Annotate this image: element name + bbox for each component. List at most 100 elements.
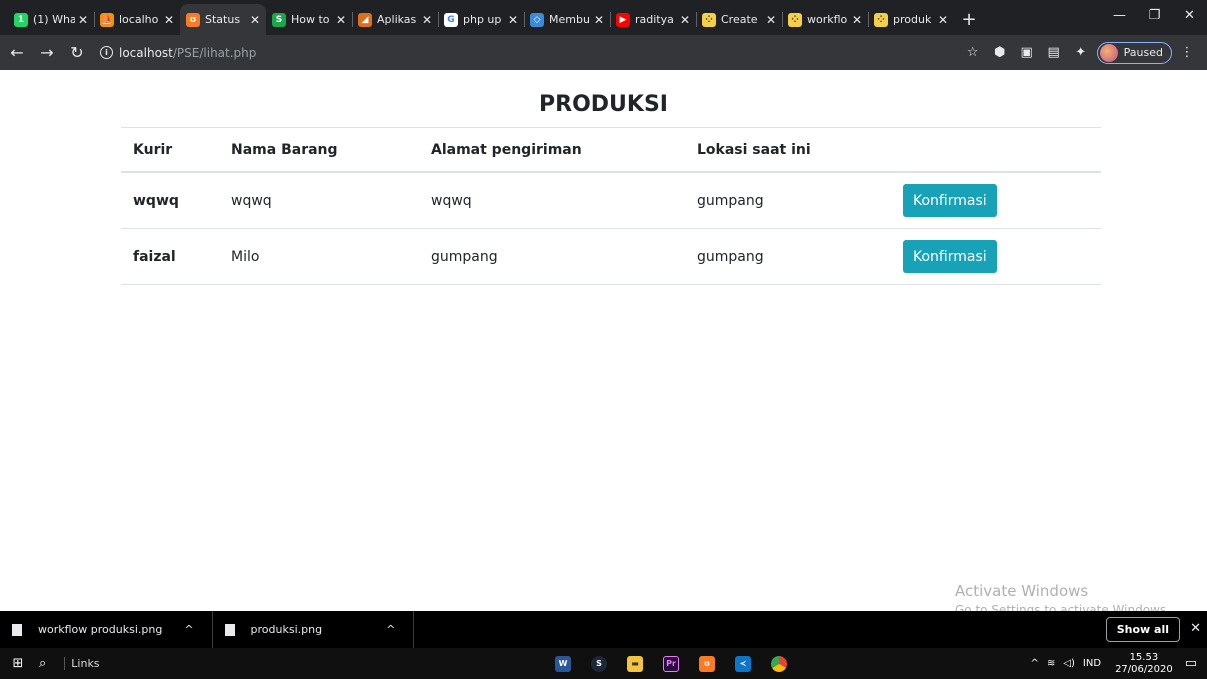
close-icon[interactable]: ✕ <box>508 13 518 27</box>
tab-title: php up <box>463 13 502 26</box>
glitch-icon: ⁘ <box>702 12 716 27</box>
cell-alamat: gumpang <box>431 248 498 265</box>
premiere-icon[interactable]: Pr <box>653 648 689 679</box>
download-item[interactable]: produksi.png ^ <box>213 611 415 648</box>
chevron-up-icon[interactable]: ^ <box>184 623 193 636</box>
links-toolbar[interactable]: Links <box>64 657 100 670</box>
taskbar-apps: W S ▬ Pr ʊ ≺ <box>545 648 797 679</box>
extension-icon[interactable]: ▣ <box>1015 41 1039 65</box>
browser-tab[interactable]: ◇ Membu ✕ <box>524 4 610 35</box>
window-controls: — ❐ ✕ <box>1102 0 1207 30</box>
produksi-table: Kurir Nama Barang Alamat pengiriman Loka… <box>121 127 1101 285</box>
menu-kebab-icon[interactable]: ⋮ <box>1175 41 1199 65</box>
browser-tab[interactable]: Gphp up ✕ <box>438 4 524 35</box>
toolbar-right: ☆ ⬢ ▣ ▤ ✦ Paused ⋮ <box>958 39 1199 66</box>
shield-extension-icon[interactable]: ⬢ <box>988 41 1012 65</box>
cell-kurir: faizal <box>133 248 176 265</box>
minimize-icon[interactable]: — <box>1102 0 1137 30</box>
browser-tab[interactable]: ▶ raditya ✕ <box>610 4 696 35</box>
konfirmasi-button[interactable]: Konfirmasi <box>903 184 997 217</box>
table-row: wqwq wqwq wqwq gumpang Konfirmasi <box>121 173 1101 229</box>
forward-icon[interactable]: → <box>34 40 60 66</box>
tab-title: Membu <box>549 13 590 26</box>
tab-list: 1 (1) Wha ✕ ⛵ localho ✕ ʊ Status ✕ S How to ✕ ◢ Aplik… <box>0 4 954 35</box>
close-icon[interactable]: ✕ <box>938 13 948 27</box>
site-info-icon[interactable]: i <box>100 46 113 59</box>
clock-time: 15.53 <box>1129 651 1159 663</box>
browser-tab-strip: 1 (1) Wha ✕ ⛵ localho ✕ ʊ Status ✕ S How to ✕ ◢ Aplik… <box>0 0 1207 35</box>
language-indicator[interactable]: IND <box>1083 658 1101 669</box>
windows-taskbar: ⊞ ⌕ Links W S ▬ Pr ʊ ≺ ^ ≋ ◁) IND 15.53 … <box>0 648 1207 679</box>
tab-title: localho <box>119 13 159 26</box>
code-icon: ◇ <box>530 12 544 27</box>
close-icon[interactable]: ✕ <box>680 13 690 27</box>
cell-lokasi: gumpang <box>697 192 764 209</box>
close-icon[interactable]: ✕ <box>594 13 604 27</box>
reload-icon[interactable]: ↻ <box>64 40 90 66</box>
address-bar[interactable]: i localhost/PSE/lihat.php <box>100 39 256 66</box>
chrome-icon[interactable] <box>761 648 797 679</box>
close-icon[interactable]: ✕ <box>766 13 776 27</box>
windows-start-icon[interactable]: ⊞ <box>3 656 33 671</box>
new-tab-button[interactable]: + <box>954 4 984 35</box>
tab-title: (1) Wha <box>33 13 75 26</box>
back-icon[interactable]: ← <box>4 40 30 66</box>
clock[interactable]: 15.53 27/06/2020 <box>1115 652 1173 676</box>
avatar <box>1099 43 1118 62</box>
browser-tab[interactable]: ◢ Aplikas ✕ <box>352 4 438 35</box>
word-icon[interactable]: W <box>545 648 581 679</box>
cell-nama-barang: wqwq <box>231 192 272 209</box>
browser-tab[interactable]: ⁘ produk ✕ <box>868 4 954 35</box>
close-icon[interactable]: ✕ <box>1190 621 1201 636</box>
close-icon[interactable]: ✕ <box>78 13 88 27</box>
close-icon[interactable]: ✕ <box>852 13 862 27</box>
wifi-icon[interactable]: ≋ <box>1047 658 1055 669</box>
system-tray: ^ ≋ ◁) IND 15.53 27/06/2020 ▭ <box>1023 648 1197 679</box>
table-header-row: Kurir Nama Barang Alamat pengiriman Loka… <box>121 128 1101 173</box>
download-bar: workflow produksi.png ^ produksi.png ^ S… <box>0 611 1207 648</box>
show-all-button[interactable]: Show all <box>1105 617 1180 642</box>
download-filename: produksi.png <box>250 623 323 636</box>
profile-button[interactable]: Paused <box>1096 41 1172 64</box>
column-header-alamat: Alamat pengiriman <box>431 141 582 158</box>
tab-title: Aplikas <box>377 13 417 26</box>
chevron-up-icon[interactable]: ^ <box>1031 658 1039 669</box>
browser-tab[interactable]: ⁘ workflo ✕ <box>782 4 868 35</box>
browser-tab[interactable]: 1 (1) Wha ✕ <box>8 4 94 35</box>
restore-icon[interactable]: ❐ <box>1137 0 1172 30</box>
close-icon[interactable]: ✕ <box>164 13 174 27</box>
search-icon[interactable]: ⌕ <box>39 656 46 671</box>
column-header-nama-barang: Nama Barang <box>231 141 338 158</box>
browser-tab[interactable]: ⛵ localho ✕ <box>94 4 180 35</box>
volume-icon[interactable]: ◁) <box>1063 658 1075 669</box>
cell-nama-barang: Milo <box>231 248 260 265</box>
close-icon[interactable]: ✕ <box>250 13 260 27</box>
konfirmasi-button[interactable]: Konfirmasi <box>903 240 997 273</box>
phpmyadmin-icon: ⛵ <box>100 12 114 27</box>
close-icon[interactable]: ✕ <box>422 13 432 27</box>
glitch-icon: ⁘ <box>874 12 888 27</box>
download-filename: workflow produksi.png <box>38 623 163 636</box>
browser-tab[interactable]: S How to ✕ <box>266 4 352 35</box>
file-icon <box>224 623 235 636</box>
whatsapp-icon: 1 <box>14 12 28 27</box>
notes-extension-icon[interactable]: ▤ <box>1042 41 1066 65</box>
close-icon[interactable]: ✕ <box>336 13 346 27</box>
file-icon <box>12 623 22 636</box>
bookmark-star-icon[interactable]: ☆ <box>961 41 985 65</box>
puzzle-extensions-icon[interactable]: ✦ <box>1069 41 1093 65</box>
close-window-icon[interactable]: ✕ <box>1172 0 1207 30</box>
browser-tab[interactable]: ⁘ Create ✕ <box>696 4 782 35</box>
tab-title: Create <box>721 13 758 26</box>
clock-date: 27/06/2020 <box>1115 663 1173 675</box>
glitch-icon: ⁘ <box>788 12 802 27</box>
browser-tab[interactable]: ʊ Status ✕ <box>180 4 266 35</box>
xampp-icon[interactable]: ʊ <box>689 648 725 679</box>
vscode-icon[interactable]: ≺ <box>725 648 761 679</box>
download-item[interactable]: workflow produksi.png ^ <box>0 611 213 648</box>
tab-title: raditya <box>635 13 674 26</box>
file-explorer-icon[interactable]: ▬ <box>617 648 653 679</box>
notification-icon[interactable]: ▭ <box>1185 656 1197 671</box>
chevron-up-icon[interactable]: ^ <box>386 623 395 636</box>
steam-icon[interactable]: S <box>581 648 617 679</box>
